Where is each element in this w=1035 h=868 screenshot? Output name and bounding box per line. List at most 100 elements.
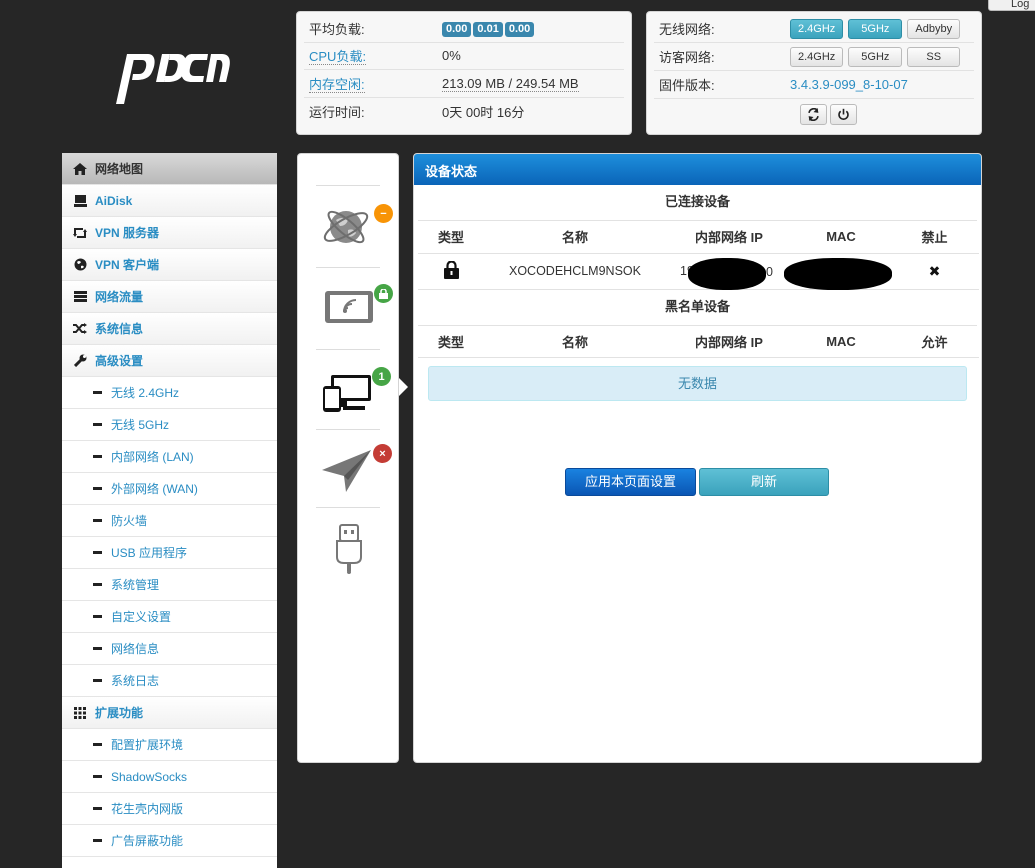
sidebar-subitem-usb-apps[interactable]: USB 应用程序 — [62, 537, 277, 569]
device-mac — [784, 253, 892, 290]
connected-devices-title: 已连接设备 — [418, 185, 977, 221]
sidebar-item-system-info[interactable]: 系统信息 — [62, 313, 277, 345]
sidebar-item-traffic[interactable]: 网络流量 — [62, 281, 277, 313]
sidebar: 网络地图 AiDisk VPN 服务器 VPN 客户端 网络流量 系统信息 高级… — [62, 153, 277, 868]
column-type: 类型 — [418, 325, 484, 358]
sidebar-subitem-wireless-5[interactable]: 无线 5GHz — [62, 409, 277, 441]
redaction-mark — [784, 257, 892, 290]
device-ip: 192.0 — [666, 253, 792, 290]
firmware-value[interactable]: 3.4.3.9-099_8-10-07 — [790, 77, 908, 92]
sidebar-item-label: VPN 服务器 — [95, 226, 160, 240]
internet-status-tile[interactable]: − — [316, 185, 393, 267]
internet-status-badge: − — [374, 204, 393, 223]
load-1min: 0.00 — [442, 21, 472, 37]
wireless-status-tile[interactable] — [316, 267, 393, 349]
sidebar-item-label: AiDisk — [95, 193, 133, 208]
column-ip: 内部网络 IP — [666, 221, 792, 254]
sidebar-subitem-label: 防火墙 — [111, 514, 148, 528]
action-buttons: 应用本页面设置 刷新 — [565, 468, 829, 496]
refresh-icon[interactable] — [800, 103, 827, 125]
dash-icon — [93, 839, 102, 842]
device-block-cell: ✖ — [890, 253, 979, 290]
cpu-label[interactable]: CPU负载: — [304, 46, 442, 66]
dash-icon — [93, 519, 102, 522]
sidebar-subitem-wan[interactable]: 外部网络 (WAN) — [62, 473, 277, 505]
radio-status-panel: 无线网络: 2.4GHz 5GHz Adbyby 访客网络: 2.4GHz 5G… — [646, 11, 982, 135]
sidebar-subitem-label: 无线 2.4GHz — [111, 386, 180, 400]
apply-button[interactable]: 应用本页面设置 — [565, 468, 696, 496]
selection-arrow — [399, 378, 408, 396]
table-header-row: 类型 名称 内部网络 IP MAC 允许 — [418, 325, 979, 358]
adbyby-button[interactable]: Adbyby — [907, 18, 961, 39]
sidebar-subitem-net-info[interactable]: 网络信息 — [62, 633, 277, 665]
block-device-icon[interactable]: ✖ — [929, 263, 941, 279]
sidebar-subitem-admin[interactable]: 系统管理 — [62, 569, 277, 601]
guest-row: 访客网络: 2.4GHz 5GHz SS — [654, 43, 974, 71]
memory-row: 内存空闲: 213.09 MB / 249.54 MB — [304, 70, 624, 98]
dash-icon — [93, 423, 102, 426]
sidebar-subitem-ext-env[interactable]: 配置扩展环境 — [62, 729, 277, 761]
sidebar-subitem-label: 无线 5GHz — [111, 418, 170, 432]
hdd-icon — [73, 194, 87, 208]
sidebar-subitem-label: 自定义设置 — [111, 610, 172, 624]
memory-label[interactable]: 内存空闲: — [304, 74, 442, 93]
network-map-icon-column: − 1 × — [297, 153, 399, 763]
memory-value: 213.09 MB / 249.54 MB — [442, 75, 579, 92]
sidebar-item-label: 系统信息 — [95, 322, 144, 336]
ss-button[interactable]: SS — [907, 46, 961, 67]
lock-icon — [443, 259, 459, 279]
sidebar-subitem-syslog[interactable]: 系统日志 — [62, 665, 277, 697]
logo — [112, 44, 232, 108]
sidebar-item-vpn-server[interactable]: VPN 服务器 — [62, 217, 277, 249]
sidebar-subitem-lan[interactable]: 内部网络 (LAN) — [62, 441, 277, 473]
sidebar-subitem-shadowsocks[interactable]: ShadowSocks — [62, 761, 277, 793]
tasks-icon — [73, 290, 87, 304]
cpu-row: CPU负载: 0% — [304, 43, 624, 70]
dash-icon — [93, 391, 102, 394]
wan-status-tile[interactable]: × — [316, 429, 392, 507]
sidebar-subitem-label: ShadowSocks — [111, 769, 188, 784]
wrench-icon — [73, 354, 87, 368]
sidebar-subitem-label: 网络信息 — [111, 642, 160, 656]
sidebar-subitem-adblock[interactable]: 广告屏蔽功能 — [62, 825, 277, 857]
sidebar-subitem-oray[interactable]: 花生壳内网版 — [62, 793, 277, 825]
guest-5-button[interactable]: 5GHz — [848, 46, 903, 67]
cpu-value: 0% — [442, 48, 461, 64]
home-icon — [73, 162, 87, 176]
load-values: 0.00 0.01 0.00 — [442, 20, 536, 37]
uptime-label: 运行时间: — [309, 104, 365, 120]
redaction-mark — [688, 257, 766, 290]
sidebar-item-aidisk[interactable]: AiDisk — [62, 185, 277, 217]
retweet-icon — [73, 226, 87, 240]
device-type-cell — [418, 253, 484, 290]
column-allow: 允许 — [890, 325, 979, 358]
connected-devices-table: 类型 名称 内部网络 IP MAC 禁止 XOCODEHCLM9NSOK 192… — [418, 221, 979, 290]
sidebar-item-advanced[interactable]: 高级设置 — [62, 345, 277, 377]
sidebar-subitem-label: 系统管理 — [111, 578, 160, 592]
sidebar-subitem-custom[interactable]: 自定义设置 — [62, 601, 277, 633]
sidebar-item-label: 网络流量 — [95, 290, 144, 304]
sidebar-item-network-map[interactable]: 网络地图 — [62, 153, 277, 185]
sidebar-subitem-wireless-24[interactable]: 无线 2.4GHz — [62, 377, 277, 409]
column-name: 名称 — [484, 325, 666, 358]
dash-icon — [93, 807, 102, 810]
sidebar-subitem-firewall[interactable]: 防火墙 — [62, 505, 277, 537]
guest-24-button[interactable]: 2.4GHz — [790, 46, 844, 67]
device-ip-tail: 0 — [766, 264, 773, 279]
router-icon — [325, 291, 373, 323]
refresh-button[interactable]: 刷新 — [699, 468, 829, 496]
sidebar-item-extensions[interactable]: 扩展功能 — [62, 697, 277, 729]
usb-status-tile[interactable] — [316, 507, 380, 587]
logout-button[interactable]: Log — [988, 0, 1035, 11]
wireless-24-button[interactable]: 2.4GHz — [790, 18, 844, 39]
sidebar-item-label: 高级设置 — [95, 354, 144, 368]
power-icon[interactable] — [830, 103, 857, 125]
firmware-row: 固件版本: 3.4.3.9-099_8-10-07 — [654, 71, 974, 99]
wireless-row: 无线网络: 2.4GHz 5GHz Adbyby — [654, 15, 974, 43]
sidebar-item-vpn-client[interactable]: VPN 客户端 — [62, 249, 277, 281]
table-header-row: 类型 名称 内部网络 IP MAC 禁止 — [418, 221, 979, 254]
blacklist-title: 黑名单设备 — [418, 290, 977, 326]
clients-status-tile[interactable]: 1 — [316, 349, 391, 429]
load-row: 平均负载: 0.00 0.01 0.00 — [304, 15, 624, 43]
wireless-5-button[interactable]: 5GHz — [848, 18, 903, 39]
